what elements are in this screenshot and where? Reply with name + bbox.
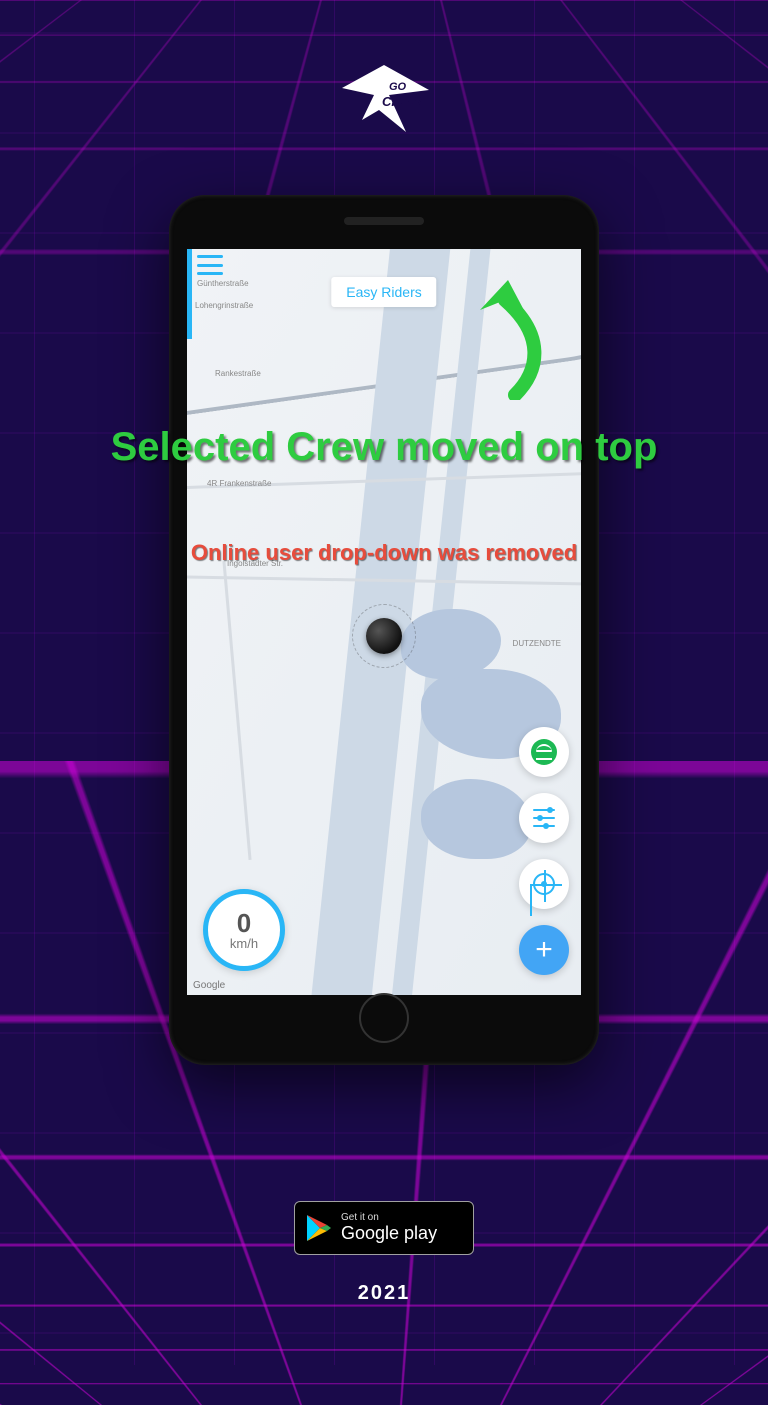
floating-action-column: + <box>519 727 569 975</box>
svg-text:GO: GO <box>389 81 407 93</box>
selected-crew-chip[interactable]: Easy Riders <box>331 277 436 307</box>
annotation-subline: Online user drop-down was removed <box>40 540 728 566</box>
google-play-badge[interactable]: Get it on Google play <box>294 1201 474 1255</box>
locate-button[interactable] <box>519 859 569 909</box>
locate-icon <box>533 873 555 895</box>
map-label: Güntherstraße <box>197 279 249 288</box>
menu-button[interactable] <box>197 255 223 275</box>
user-location-marker <box>352 604 416 668</box>
settings-button[interactable] <box>519 793 569 843</box>
hamburger-icon <box>197 255 223 258</box>
speed-widget[interactable]: 0 km/h <box>203 889 285 971</box>
sliders-icon <box>533 809 555 827</box>
map-attribution: Google <box>193 980 225 991</box>
add-button[interactable]: + <box>519 925 569 975</box>
speed-value: 0 <box>237 910 251 936</box>
music-button[interactable] <box>519 727 569 777</box>
plus-icon: + <box>535 933 553 967</box>
map-label: Lohengrinstraße <box>195 301 253 310</box>
speed-unit: km/h <box>230 936 258 951</box>
brand-logo: GO CREW <box>334 60 434 146</box>
footer-year: 2021 <box>358 1282 411 1305</box>
spotify-icon <box>531 739 557 765</box>
map-label: DUTZENDTE <box>513 639 561 648</box>
phone-mockup: Güntherstraße Lohengrinstraße Rankestraß… <box>169 195 599 1065</box>
annotation-headline: Selected Crew moved on top <box>40 420 728 474</box>
google-play-icon <box>305 1213 333 1243</box>
map-label: Rankestraße <box>215 369 261 378</box>
left-accent-bar <box>187 249 192 339</box>
play-badge-text: Get it on Google play <box>341 1213 437 1244</box>
svg-text:CREW: CREW <box>382 94 423 109</box>
app-screen: Güntherstraße Lohengrinstraße Rankestraß… <box>187 249 581 995</box>
map-label: 4R Frankenstraße <box>207 479 271 488</box>
